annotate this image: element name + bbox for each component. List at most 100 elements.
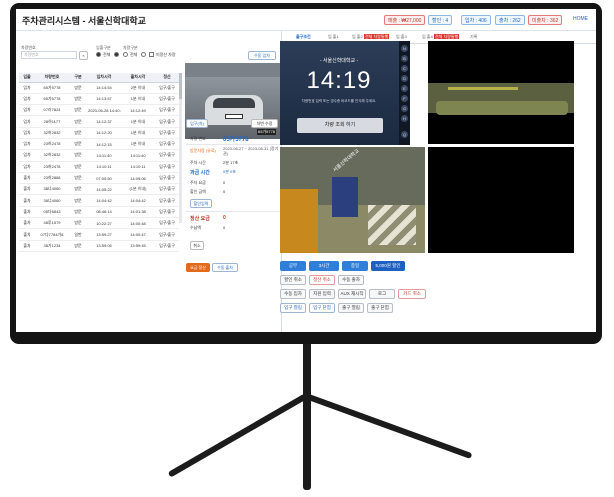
cell-exit-time: 14:04:42 [121, 194, 155, 207]
badge-revenue[interactable]: 매출 : ₩27,000 [384, 15, 426, 25]
kiosk-icon-c[interactable]: C [401, 65, 408, 72]
badge-entry[interactable]: 입차 : 406 [461, 15, 491, 25]
tab-gate-3[interactable]: 입 출3 [396, 34, 407, 40]
cancel-discount-button[interactable]: 할인 취소 [280, 275, 306, 285]
col-header-type[interactable]: 구분 [69, 73, 87, 83]
col-header-inout[interactable]: 입출 [19, 73, 35, 83]
kiosk-icon-n[interactable]: N [401, 45, 408, 52]
camera-feed-street[interactable]: 서울신학대학교 [280, 147, 425, 253]
table-row[interactable]: 출차 23허2868 방문 07:00:50 14:09:06 입구/출구 [19, 172, 179, 185]
plate-search-input[interactable]: 차량번호 [21, 51, 77, 59]
kiosk-icon-e[interactable]: E [401, 85, 408, 92]
kiosk-lookup-button[interactable]: 차량 조회 하기 [297, 118, 383, 133]
edit-plate-button[interactable]: 차번 수정 [251, 119, 278, 128]
cell-entry-time: 14:12:15 [87, 138, 121, 151]
manual-exit-button[interactable]: 수동 출차 [212, 263, 238, 272]
cell-type: 방문 [69, 172, 87, 185]
tab-gate-4[interactable]: 입 출4 [422, 34, 433, 40]
kiosk-icon-b[interactable]: B [401, 55, 408, 62]
table-row[interactable]: 출차 48루1579 방문 10:22:27 14:00:48 입구/출구 [19, 217, 179, 230]
card-cancel-button[interactable]: 카드 취소 [398, 289, 426, 299]
discount-5000-button[interactable]: 5,000원 할인 [371, 261, 405, 271]
cell-entry-time: 14:14:54 [87, 82, 121, 94]
aux-restart-button[interactable]: AUX 재시작 [338, 289, 366, 299]
pay-button[interactable]: 요금 정산 [186, 263, 210, 272]
monitor-stand-leg-left [167, 393, 308, 478]
log-button[interactable]: 로그 [369, 289, 395, 299]
cell-exit-time: 14:11:40 [121, 149, 155, 162]
col-header-plate[interactable]: 차량번호 [35, 73, 69, 83]
discount-official-button[interactable]: 공무 [280, 261, 306, 271]
cell-settle: 입구/출구 [155, 206, 179, 219]
discount-input-button[interactable]: 할인입력 [190, 199, 212, 208]
inout-radio-all[interactable] [96, 52, 101, 57]
col-header-settle[interactable]: 정산 [155, 73, 179, 83]
cell-entry-time: 14:13:57 [87, 93, 121, 106]
inout-radio-in[interactable] [114, 52, 119, 57]
table-row[interactable]: 입차 65가5778 방문 14:14:54 2분 이내 입구/출구 [19, 82, 179, 94]
detail-key-billing: 과금 시간 [190, 170, 210, 176]
table-row[interactable]: 입차 23허2478 방문 14:10:11 14:10:11 입구/출구 [19, 161, 179, 173]
cancel-button[interactable]: 취소 [190, 241, 204, 250]
type-radio-unpaid[interactable] [141, 52, 146, 57]
exit-close-button[interactable]: 출구 닫힘 [367, 303, 393, 313]
cancel-settle-button[interactable]: 정산 취소 [309, 275, 335, 285]
col-header-entry-time[interactable]: 입차시각 [87, 73, 121, 83]
badge-remaining[interactable]: 미출차 : 362 [528, 15, 563, 25]
kiosk-icon-q[interactable]: Q [401, 131, 408, 138]
manual-entry-button[interactable]: 수동 입차 [248, 51, 276, 60]
manual-entry-ctrl-button[interactable]: 수동 입차 [280, 289, 306, 299]
support-input-button[interactable]: 지원 입력 [309, 289, 335, 299]
table-row[interactable]: 출차 05다6843 방문 08:46:14 14:01:38 입구/출구 [19, 206, 179, 219]
tab-exit-condition[interactable]: 출구조건 [296, 34, 311, 40]
type-radio-all[interactable] [123, 52, 128, 57]
cell-settle: 입구/출구 [155, 217, 179, 230]
cell-entry-time: 14:04:42 [87, 194, 121, 207]
table-row[interactable]: 입차 32허2832 방문 14:12:20 1분 이내 입구/출구 [19, 127, 179, 139]
table-row[interactable]: 출차 07다7784가8 일반 13:59:27 14:00:47 입구/출구 [19, 228, 179, 241]
home-link[interactable]: HOME [573, 16, 588, 22]
tab-log[interactable]: 기록 [470, 34, 477, 40]
table-scrollbar[interactable] [179, 73, 182, 223]
entry-open-button[interactable]: 입구 열림 [280, 303, 306, 313]
table-row[interactable]: 출차 38너4060 방문 14:05:22 (1분 이내) 입구/출구 [19, 183, 179, 196]
cell-settle: 입구/출구 [155, 194, 179, 207]
badge-discount[interactable]: 할인 : 4 [428, 15, 453, 25]
cell-exit-time: 14:09:06 [121, 172, 155, 185]
col-header-exit-time[interactable]: 출차시각 [121, 73, 155, 83]
scrollbar-thumb[interactable] [179, 73, 182, 99]
discount-allday-button[interactable]: 종일 [342, 261, 368, 271]
tab-gate-2[interactable]: 입 출2 [352, 34, 363, 40]
camera-feed-gate[interactable] [428, 41, 574, 144]
left-pane: 차량번호 차량번호 × 입출구분 전체 차량구분 전체 미정산 차량 수동 입차… [16, 31, 282, 332]
camera-feed-empty[interactable] [428, 147, 574, 253]
cell-exit-time: (1분 이내) [121, 183, 155, 196]
table-row[interactable]: 출차 38너4060 방문 14:04:42 14:04:42 입구/출구 [19, 194, 179, 207]
unpaid-checkbox[interactable] [149, 52, 154, 57]
entry-close-button[interactable]: 입구 닫힘 [309, 303, 335, 313]
entry-camera-button[interactable]: 입구(차) [186, 119, 208, 128]
kiosk-icon-d[interactable]: D [401, 75, 408, 82]
kiosk-icon-h[interactable]: H [401, 115, 408, 122]
table-row[interactable]: 출차 38가1234 방문 13:59:05 13:59:45 입구/출구 [19, 240, 179, 252]
cell-settle: 입구/출구 [155, 172, 179, 185]
table-row[interactable]: 입차07러7824방문2023-06-28 14:40:4914:12:49입구… [19, 104, 179, 117]
exit-open-button[interactable]: 출구 열림 [338, 303, 364, 313]
detail-value-period: 2023-06-27 ~ 2023-08-31 (정기권) [223, 146, 279, 156]
kiosk-icon-f[interactable]: F [401, 95, 408, 102]
table-row[interactable]: 입차 23허2478 방문 14:12:15 1분 이내 입구/출구 [19, 138, 179, 151]
discount-3h-button[interactable]: 3시간 [309, 261, 339, 271]
received-value: 0 [223, 225, 226, 230]
cell-type: 방문 [69, 149, 87, 162]
table-row[interactable]: 입차 32허2832 방문 14:11:40 14:11:40 입구/출구 [19, 149, 179, 162]
badge-exit[interactable]: 출차 : 262 [495, 15, 525, 25]
cell-entry-time: 14:12:37 [87, 115, 121, 128]
clear-button[interactable]: × [79, 51, 88, 60]
kiosk-icon-g[interactable]: G [401, 105, 408, 112]
table-row[interactable]: 입차 65가5778 방문 14:13:57 1분 이내 입구/출구 [19, 93, 179, 106]
cell-type: 방문 [69, 240, 87, 252]
unpaid-checkbox-label: 미정산 차량 [156, 52, 176, 57]
manual-exit-ctrl-button[interactable]: 수동 출차 [338, 275, 364, 285]
tab-gate-1[interactable]: 입 출1 [328, 34, 339, 40]
table-row[interactable]: 입차 28하1177 방문 14:12:37 1분 이내 입구/출구 [19, 115, 179, 128]
